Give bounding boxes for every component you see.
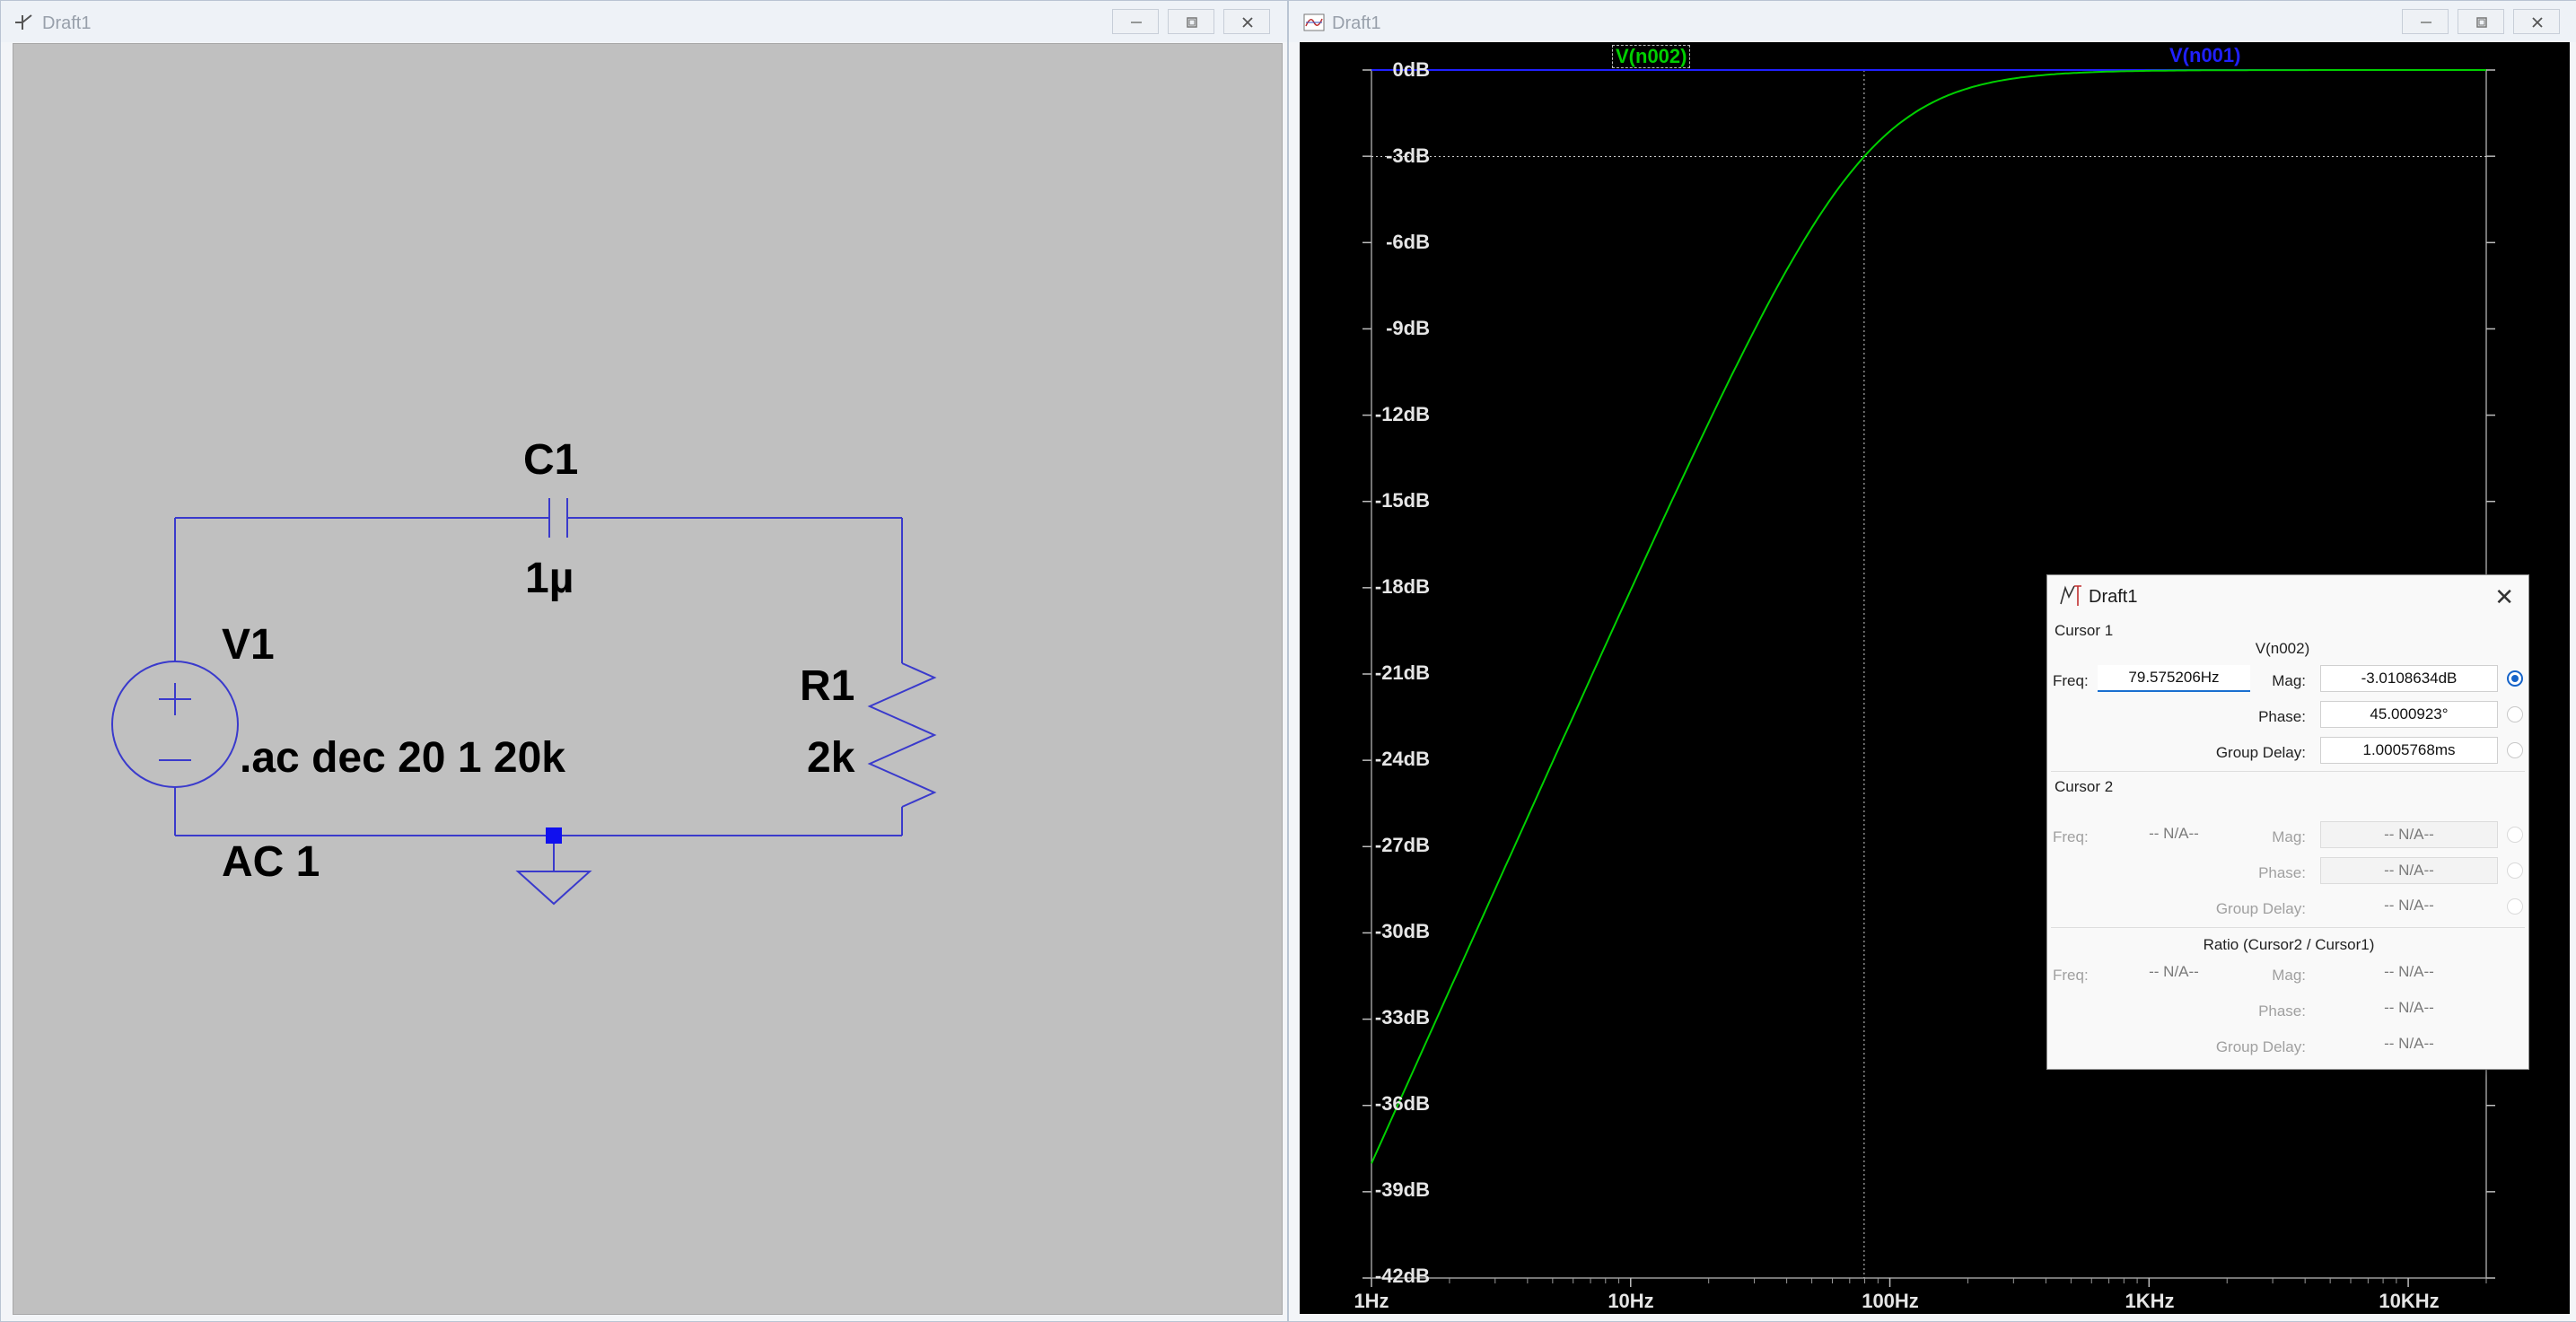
cursor1-freq-input[interactable]: 79.575206Hz — [2098, 665, 2250, 692]
cursor2-phase-label: Phase: — [2258, 864, 2306, 881]
cursor2-freq-field: -- N/A-- — [2149, 825, 2199, 842]
window-title: Draft1 — [42, 13, 92, 33]
cursor2-mag-radio[interactable] — [2507, 827, 2523, 843]
ratio-mag-field: -- N/A-- — [2384, 963, 2434, 980]
x-tick-label: 1Hz — [1354, 1290, 1389, 1312]
cursor2-group-delay-label: Group Delay: — [2215, 900, 2306, 917]
cursor1-freq-label: Freq: — [2053, 672, 2089, 689]
y-tick-label: -18dB — [1374, 575, 1430, 598]
y-tick-label: -24dB — [1374, 748, 1430, 770]
cursor1-group-delay-field[interactable]: 1.0005768ms — [2320, 737, 2498, 764]
y-tick-label: -27dB — [1374, 834, 1430, 856]
close-button[interactable] — [1223, 9, 1270, 34]
close-icon — [1242, 17, 1253, 28]
source-name[interactable]: V1 — [222, 624, 275, 667]
x-tick-label: 100Hz — [1862, 1290, 1919, 1312]
resistor-value[interactable]: 2k — [807, 737, 854, 780]
y-tick-label: -30dB — [1374, 920, 1430, 942]
ratio-freq-field: -- N/A-- — [2149, 963, 2199, 980]
ratio-phase-label: Phase: — [2258, 1002, 2306, 1020]
minimize-button[interactable] — [1112, 9, 1159, 34]
schematic-canvas[interactable]: C1 1µ V1 AC 1 R1 2k .ac dec 20 1 20k — [13, 43, 1283, 1315]
close-icon — [2532, 17, 2543, 28]
dialog-title: Draft1 — [2089, 587, 2138, 607]
capacitor-name[interactable]: C1 — [523, 439, 578, 482]
cursor2-freq-label: Freq: — [2053, 828, 2089, 845]
ratio-phase-field: -- N/A-- — [2384, 999, 2434, 1016]
y-tick-label: 0dB — [1392, 58, 1430, 81]
cursor1-mag-field[interactable]: -3.0108634dB — [2320, 665, 2498, 692]
x-tick-label: 10KHz — [2379, 1290, 2440, 1312]
node-junction — [546, 827, 562, 844]
y-tick-label: -21dB — [1374, 661, 1430, 684]
spice-directive[interactable]: .ac dec 20 1 20k — [240, 737, 565, 780]
cursor1-phase-label: Phase: — [2258, 708, 2306, 725]
maximize-button[interactable] — [1168, 9, 1214, 34]
cursor1-heading: Cursor 1 — [2055, 622, 2114, 639]
cursor1-mag-label: Mag: — [2272, 672, 2306, 689]
ratio-group-delay-label: Group Delay: — [2215, 1038, 2306, 1055]
capacitor-value[interactable]: 1µ — [525, 557, 574, 600]
cursor1-group-delay-label: Group Delay: — [2215, 744, 2306, 761]
y-tick-label: -36dB — [1374, 1092, 1430, 1115]
cursor1-group-delay-radio[interactable] — [2507, 742, 2523, 758]
trace-label-vn001[interactable]: V(n001) — [2167, 45, 2243, 66]
y-tick-label: -9dB — [1386, 317, 1430, 339]
cursor1-trace: V(n002) — [2255, 640, 2310, 657]
circuit-wires — [111, 498, 937, 906]
y-tick-label: -42dB — [1374, 1265, 1430, 1287]
schematic-titlebar[interactable]: Draft1 — [1, 1, 1287, 42]
voltage-source-symbol — [111, 661, 239, 788]
cursor1-mag-radio[interactable] — [2507, 670, 2523, 687]
divider — [2051, 771, 2525, 772]
schematic-icon — [15, 14, 32, 30]
restore-icon — [2476, 17, 2487, 28]
close-button[interactable] — [2513, 9, 2560, 34]
cursor1-phase-radio[interactable] — [2507, 706, 2523, 722]
cursor1-phase-field[interactable]: 45.000923° — [2320, 701, 2498, 728]
schematic-window: Draft1 C1 1µ V1 AC 1 R1 2k .ac dec 20 1 … — [0, 0, 1288, 1322]
y-tick-label: -12dB — [1374, 403, 1430, 425]
cursor2-mag-label: Mag: — [2272, 828, 2306, 845]
y-tick-label: -39dB — [1374, 1178, 1430, 1201]
cursor2-phase-radio[interactable] — [2507, 862, 2523, 879]
waveform-cursor-icon — [2060, 585, 2081, 606]
dialog-close-icon[interactable]: ✕ — [2494, 583, 2514, 611]
minimize-button[interactable] — [2402, 9, 2449, 34]
minimize-icon — [1131, 22, 1142, 23]
x-tick-label: 10Hz — [1608, 1290, 1654, 1312]
resistor-symbol — [867, 662, 937, 808]
window-title: Draft1 — [1332, 13, 1381, 33]
cursor2-heading: Cursor 2 — [2055, 778, 2114, 795]
x-tick-label: 1KHz — [2125, 1290, 2175, 1312]
y-tick-label: -6dB — [1386, 231, 1430, 253]
y-tick-label: -33dB — [1374, 1006, 1430, 1029]
minimize-icon — [2421, 22, 2431, 23]
y-tick-label: -15dB — [1374, 489, 1430, 512]
cursor2-phase-field: -- N/A-- — [2320, 857, 2498, 884]
maximize-button[interactable] — [2458, 9, 2504, 34]
ratio-group-delay-field: -- N/A-- — [2384, 1035, 2434, 1052]
waveform-icon — [1303, 13, 1325, 31]
divider — [2051, 927, 2525, 928]
waveform-titlebar[interactable]: Draft1 — [1289, 1, 2576, 42]
resistor-name[interactable]: R1 — [800, 665, 854, 708]
ratio-heading: Ratio (Cursor2 / Cursor1) — [2203, 936, 2375, 953]
ground-symbol — [515, 871, 592, 906]
y-tick-label: -3dB — [1386, 144, 1430, 167]
cursor2-group-delay-radio[interactable] — [2507, 898, 2523, 915]
cursor-dialog: Draft1 ✕ Cursor 1 V(n002) Freq: 79.57520… — [2046, 574, 2529, 1070]
cursor2-group-delay-field: -- N/A-- — [2384, 897, 2434, 914]
ratio-mag-label: Mag: — [2272, 967, 2306, 984]
trace-label-vn002[interactable]: V(n002) — [1612, 45, 1691, 68]
source-value[interactable]: AC 1 — [222, 841, 320, 884]
restore-icon — [1187, 17, 1197, 28]
cursor2-mag-field: -- N/A-- — [2320, 821, 2498, 848]
ratio-freq-label: Freq: — [2053, 967, 2089, 984]
